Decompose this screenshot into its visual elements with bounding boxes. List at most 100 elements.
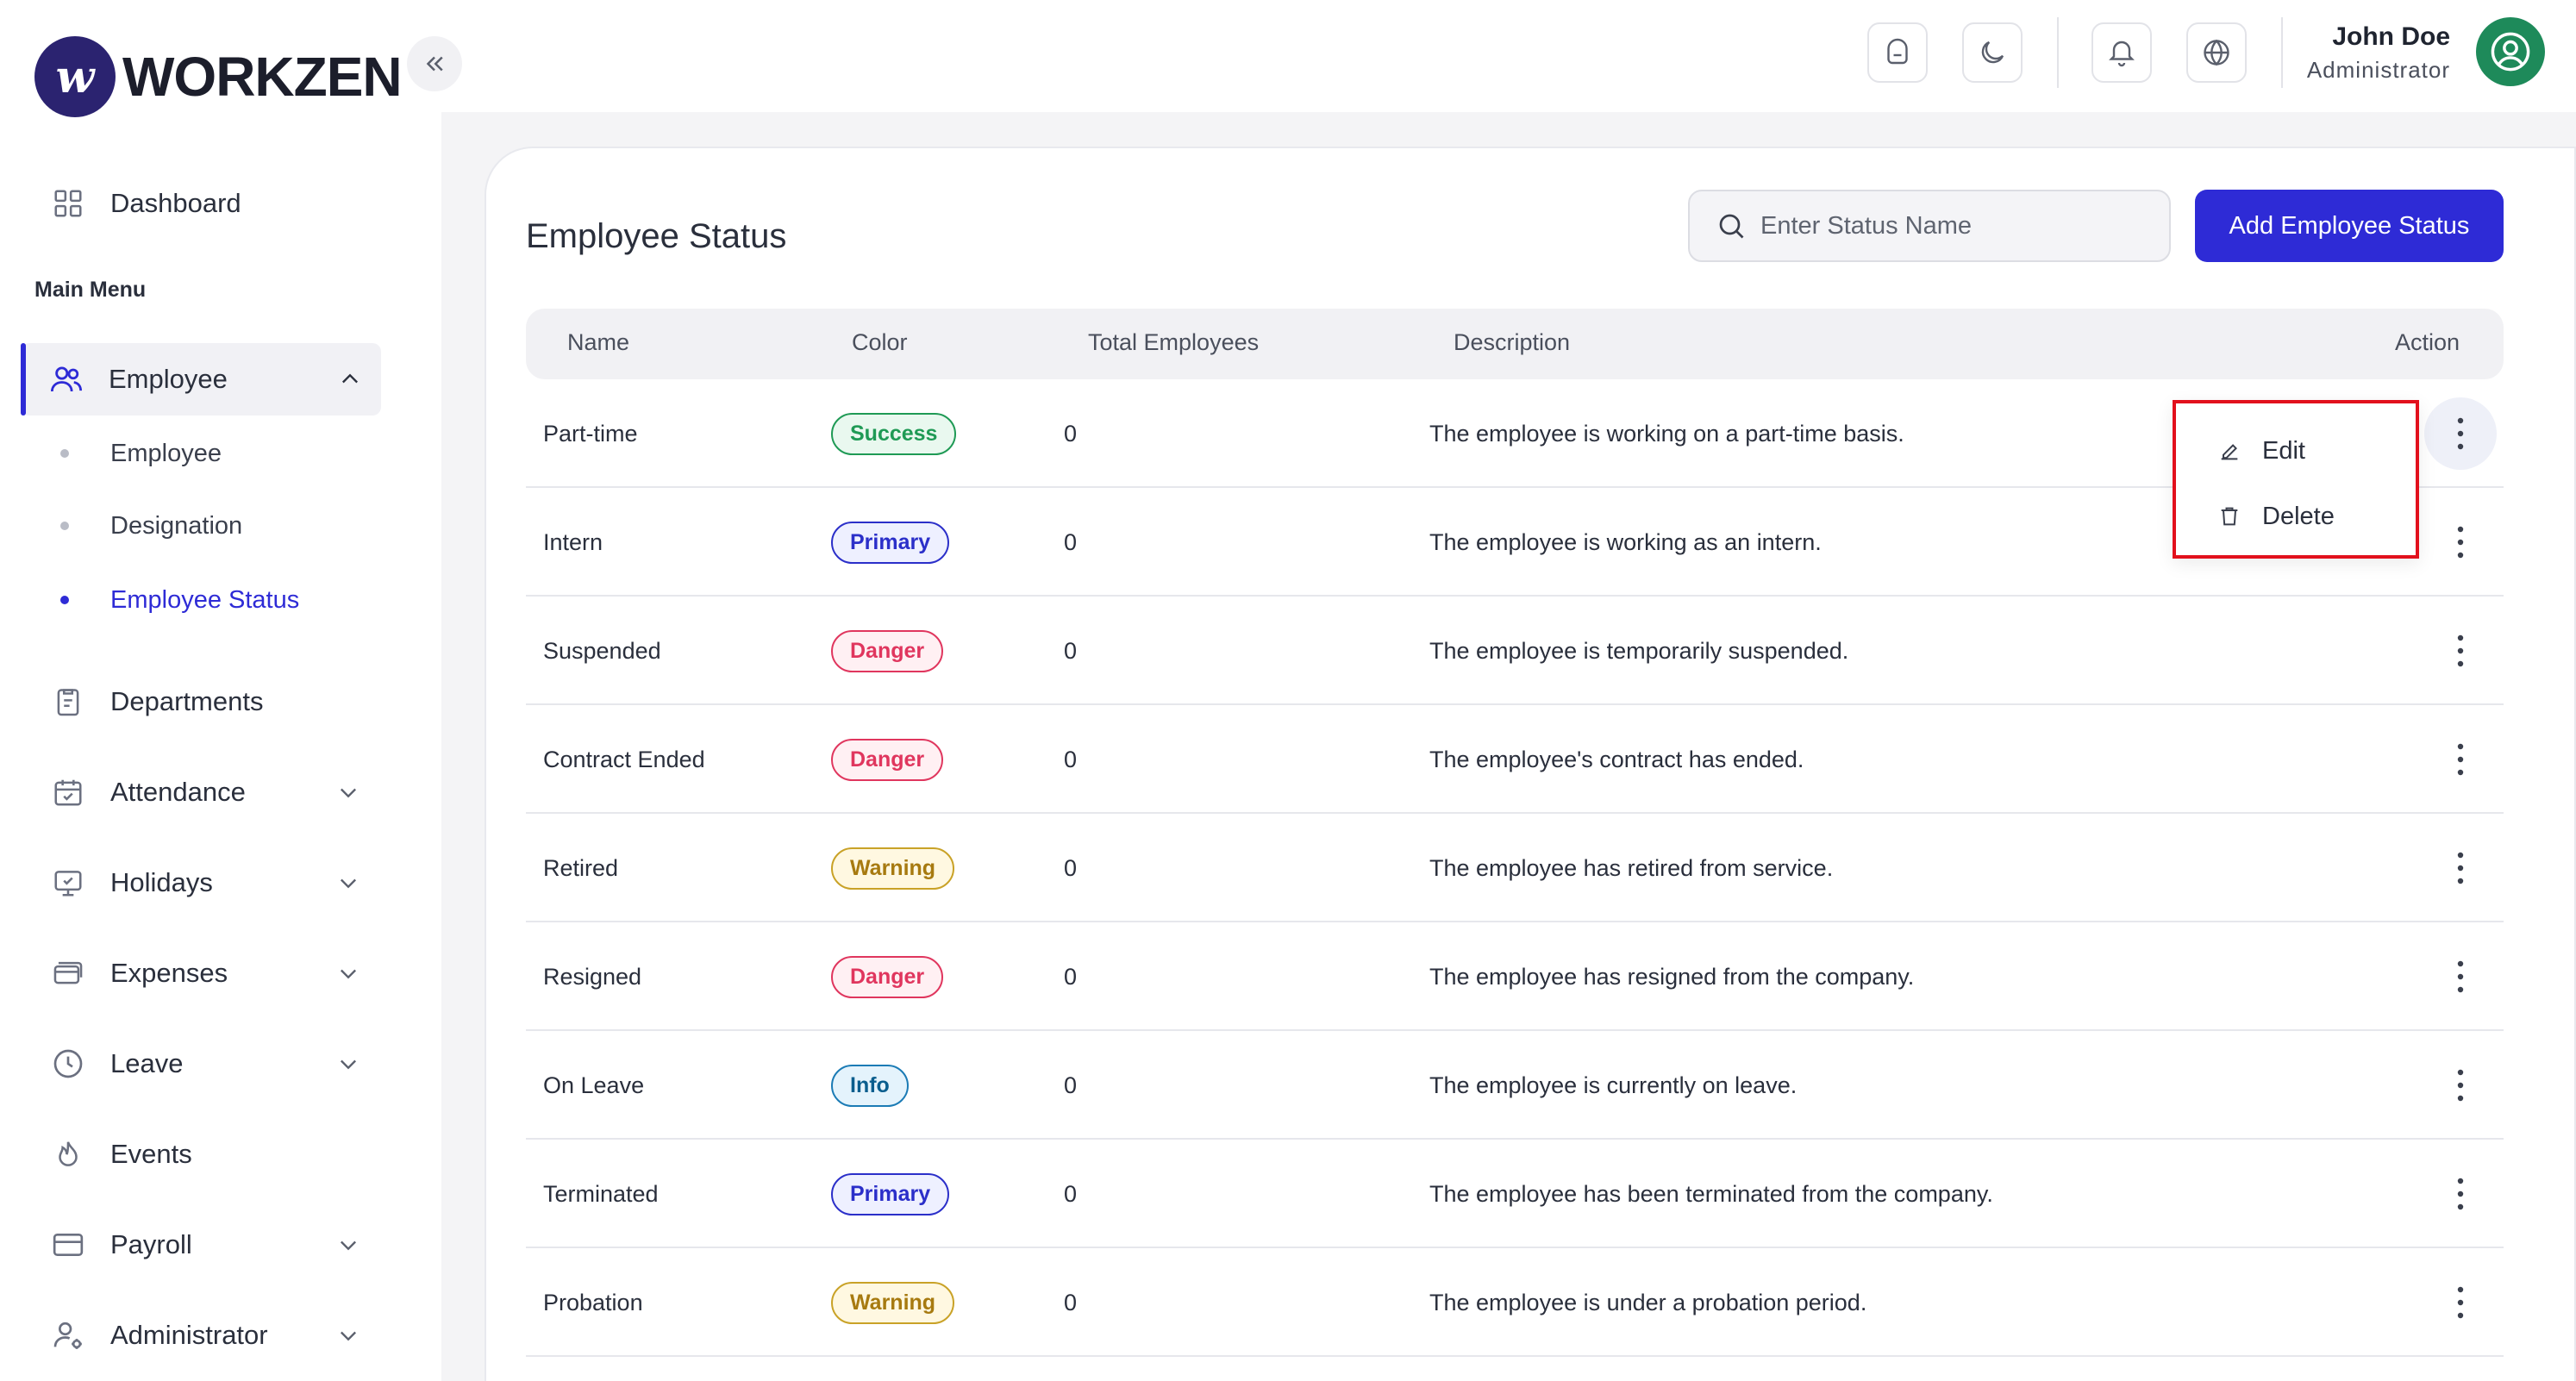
table-row: Retired Warning 0 The employee has retired … (526, 814, 2504, 922)
color-cell: Warning (831, 814, 955, 922)
sidebar-subitem-employee[interactable]: Employee (60, 428, 222, 479)
total-employees: 0 (1064, 1289, 1078, 1315)
clipboard-icon (50, 684, 86, 720)
chevrons-left-icon (426, 56, 443, 72)
edit-label: Edit (2262, 436, 2305, 465)
chevron-down-icon (341, 878, 356, 889)
more-vertical-icon (2457, 743, 2464, 776)
sidebar-subitem-label: Designation (110, 511, 243, 540)
status-name: Resigned (543, 963, 642, 990)
status-badge: Danger (831, 738, 944, 781)
total-employees: 0 (1064, 854, 1078, 881)
row-actions-button[interactable] (2424, 940, 2497, 1013)
status-badge: Primary (831, 1172, 950, 1215)
more-vertical-icon (2457, 852, 2464, 884)
row-actions-button[interactable] (2424, 615, 2497, 687)
more-vertical-icon (2457, 960, 2464, 993)
language-button[interactable] (2186, 22, 2247, 83)
status-description: The employee's contract has ended. (1429, 746, 1804, 772)
color-cell: Danger (831, 705, 944, 814)
chevron-down-icon (341, 1059, 356, 1070)
edit-menu-item[interactable]: Edit (2217, 429, 2305, 472)
status-name: Suspended (543, 637, 661, 664)
sidebar-item-holidays[interactable]: Holidays (34, 847, 379, 919)
row-actions-button[interactable] (2424, 1266, 2497, 1339)
sidebar-subitem-label: Employee (110, 439, 222, 467)
sidebar-subitem-designation[interactable]: Designation (60, 500, 242, 552)
status-name: Part-time (543, 420, 638, 447)
globe-icon (2204, 39, 2229, 66)
sidebar-subitem-employee-status[interactable]: Employee Status (60, 574, 299, 626)
column-header-action: Action (2395, 329, 2460, 355)
column-header-total-employees: Total Employees (1088, 329, 1260, 355)
collapse-sidebar-button[interactable] (407, 36, 462, 91)
trash-icon (2221, 507, 2238, 526)
row-actions-button[interactable] (2424, 506, 2497, 578)
brand-logo[interactable]: w WORKZEN (34, 36, 403, 117)
color-cell: Danger (831, 922, 944, 1031)
search-box[interactable] (1688, 190, 2171, 262)
table-header: Name Color Total Employees Description A… (526, 309, 2504, 379)
cards-icon (50, 955, 86, 991)
credit-card-icon (50, 1227, 86, 1263)
row-actions-button[interactable] (2424, 723, 2497, 796)
sidebar-item-departments[interactable]: Departments (34, 666, 379, 738)
row-actions-button[interactable] (2424, 397, 2497, 470)
status-name: Contract Ended (543, 746, 705, 772)
chevron-down-icon (341, 1240, 356, 1251)
table-row: Contract Ended Danger 0 The employee's cont… (526, 705, 2504, 814)
add-employee-status-button[interactable]: Add Employee Status (2195, 190, 2504, 262)
sidebar-item-attendance[interactable]: Attendance (34, 756, 379, 828)
flame-icon (50, 1136, 86, 1172)
status-description: The employee is working as an intern. (1429, 528, 1822, 555)
sidebar-item-label: Administrator (110, 1320, 268, 1350)
table-row: Terminated Primary 0 The employee has been … (526, 1140, 2504, 1248)
sidebar-item-leave[interactable]: Leave (34, 1028, 379, 1100)
more-vertical-icon (2457, 1069, 2464, 1102)
search-input[interactable] (1760, 211, 2140, 241)
sidebar-item-events[interactable]: Events (34, 1118, 379, 1190)
more-vertical-icon (2457, 417, 2464, 450)
sidebar-item-dashboard[interactable]: Dashboard (34, 167, 379, 240)
monitor-check-icon (50, 865, 86, 901)
chevron-down-icon (341, 788, 356, 798)
more-vertical-icon (2457, 526, 2464, 559)
user-name[interactable]: John Doe (2332, 22, 2450, 52)
table-row: Resigned Danger 0 The employee has resigned… (526, 922, 2504, 1031)
color-cell: Primary (831, 488, 950, 597)
delete-label: Delete (2262, 502, 2335, 530)
total-employees: 0 (1064, 420, 1078, 447)
sidebar-item-administrator[interactable]: Administrator (34, 1299, 379, 1372)
search-icon (1719, 214, 1744, 239)
status-badge: Info (831, 1064, 909, 1107)
total-employees: 0 (1064, 1072, 1078, 1098)
status-name: Intern (543, 528, 603, 555)
row-actions-button[interactable] (2424, 832, 2497, 904)
sidebar-item-expenses[interactable]: Expenses (34, 937, 379, 1009)
color-cell: Primary (831, 1140, 950, 1248)
chevron-down-icon (341, 1331, 356, 1341)
brand-name: WORKZEN (122, 46, 403, 108)
status-badge: Warning (831, 1281, 955, 1324)
total-employees: 0 (1064, 963, 1078, 990)
dark-mode-button[interactable] (1962, 22, 2023, 83)
row-actions-button[interactable] (2424, 1158, 2497, 1230)
delete-menu-item[interactable]: Delete (2217, 495, 2335, 538)
total-employees: 0 (1064, 1180, 1078, 1207)
app-toggle-button[interactable] (1867, 22, 1928, 83)
bullet-icon (60, 449, 69, 458)
column-header-description: Description (1454, 329, 1571, 355)
table-row: On Leave Info 0 The employee is currently o… (526, 1031, 2504, 1140)
avatar[interactable] (2476, 17, 2545, 86)
status-description: The employee is working on a part-time b… (1429, 420, 1904, 447)
status-name: Probation (543, 1289, 643, 1315)
clock-icon (50, 1046, 86, 1082)
sidebar-item-employee[interactable]: Employee (21, 343, 381, 416)
notifications-button[interactable] (2091, 22, 2152, 83)
row-actions-button[interactable] (2424, 1049, 2497, 1122)
sidebar-item-payroll[interactable]: Payroll (34, 1209, 379, 1281)
status-description: The employee has resigned from the compa… (1429, 963, 1915, 990)
users-icon (48, 361, 84, 397)
chevron-down-icon (341, 969, 356, 979)
sidebar-subitem-label: Employee Status (110, 585, 300, 614)
